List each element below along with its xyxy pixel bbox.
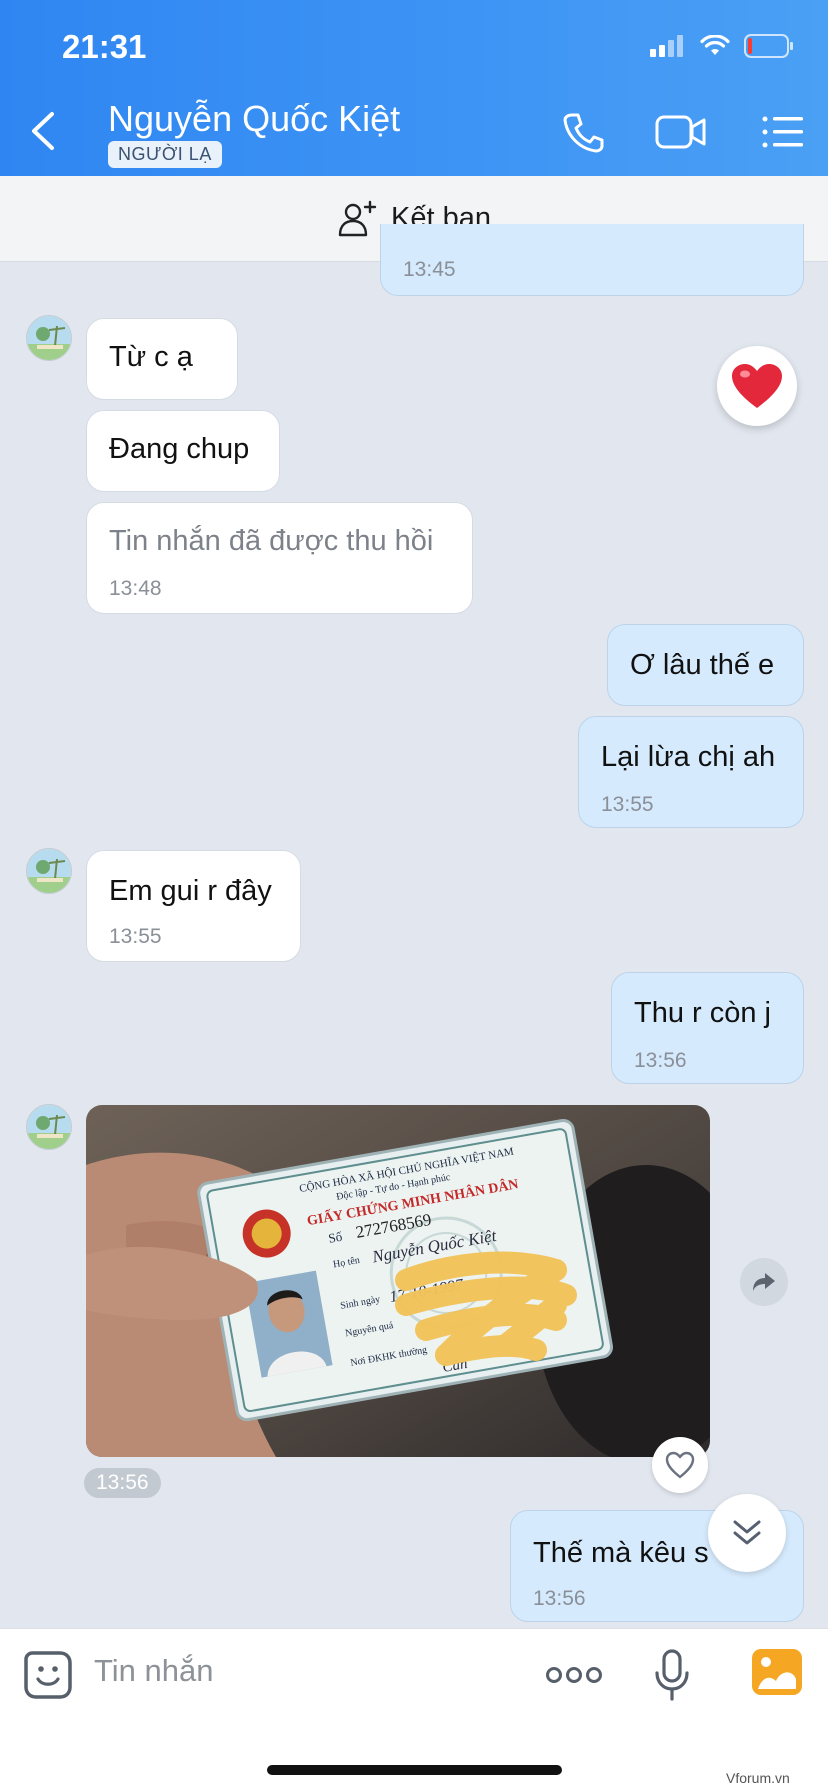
message-bubble-outgoing[interactable]: Thu r còn j 13:56 [611,972,804,1084]
sticker-icon[interactable] [24,1651,72,1699]
message-bubble-incoming[interactable]: Em gui r đây 13:55 [86,850,301,962]
video-call-button[interactable] [654,108,708,156]
message-bubble-outgoing[interactable]: Lại lừa chị ah 13:55 [578,716,804,828]
message-text: Từ c ạ [109,341,193,373]
like-button[interactable] [652,1437,708,1493]
status-time: 21:31 [62,28,147,65]
message-time: 13:55 [601,793,654,816]
phone-icon [563,113,604,153]
message-time: 13:56 [533,1587,586,1610]
avatar-image [27,849,71,893]
photo-time: 13:56 [84,1468,161,1498]
avatar-image [27,1105,71,1149]
message-text: Em gui r đây [109,875,272,907]
status-icons [650,34,794,58]
call-button[interactable] [556,108,610,156]
message-time: 13:48 [109,577,162,600]
add-friend-icon [338,200,377,236]
heart-icon [732,364,782,408]
heart-outline-icon [665,1451,695,1479]
message-text: Thế mà kêu s [533,1537,709,1569]
back-icon[interactable] [24,106,64,156]
message-bubble-outgoing[interactable]: 13:45 [380,224,804,296]
video-icon [655,115,706,149]
home-indicator [267,1765,562,1775]
avatar-image [27,316,71,360]
message-time: 13:55 [109,925,162,948]
stranger-badge: NGƯỜI LẠ [108,141,222,168]
message-bubble-incoming[interactable]: Từ c ạ [86,318,238,400]
share-arrow-icon [753,1273,775,1291]
id-card-photo: CỘNG HÒA XÃ HỘI CHỦ NGHĨA VIỆT NAM Độc l… [86,1105,710,1457]
message-text: Thu r còn j [634,997,771,1029]
message-text: Tin nhắn đã được thu hồi [109,525,434,557]
message-text: Ơ lâu thế e [630,649,775,681]
message-bubble-recalled[interactable]: Tin nhắn đã được thu hồi 13:48 [86,502,473,614]
double-chevron-down-icon [733,1520,761,1545]
photo-message[interactable]: CỘNG HÒA XÃ HỘI CHỦ NGHĨA VIỆT NAM Độc l… [86,1105,710,1457]
wifi-icon [700,35,730,55]
message-bubble-outgoing[interactable]: Ơ lâu thế e [607,624,804,706]
message-text: Lại lừa chị ah [601,741,776,773]
message-text: Đang chup [109,433,250,465]
contact-avatar[interactable] [26,315,72,361]
contact-avatar[interactable] [26,848,72,894]
message-bubble-incoming[interactable]: Đang chup [86,410,280,492]
watermark: Vforum.vn [726,1770,790,1786]
options-menu-button[interactable] [756,108,810,156]
contact-avatar[interactable] [26,1104,72,1150]
microphone-icon[interactable] [654,1649,690,1703]
battery-icon [744,34,793,58]
list-menu-icon [762,116,803,148]
more-options-icon[interactable] [546,1665,602,1685]
forward-button[interactable] [740,1258,788,1306]
contact-name[interactable]: Nguyễn Quốc Kiệt [108,98,400,140]
message-time: 13:56 [634,1049,687,1072]
message-input-bar: Tin nhắn [0,1628,828,1792]
chat-header: 21:31 Nguyễn Quốc Kiệt NGƯỜI LẠ [0,0,828,176]
message-input[interactable]: Tin nhắn [94,1653,214,1689]
scroll-to-bottom-button[interactable] [708,1494,786,1572]
signal-icon [650,35,683,57]
message-time: 13:45 [403,258,456,281]
reaction-button[interactable] [717,346,797,426]
gallery-icon[interactable] [752,1649,802,1695]
